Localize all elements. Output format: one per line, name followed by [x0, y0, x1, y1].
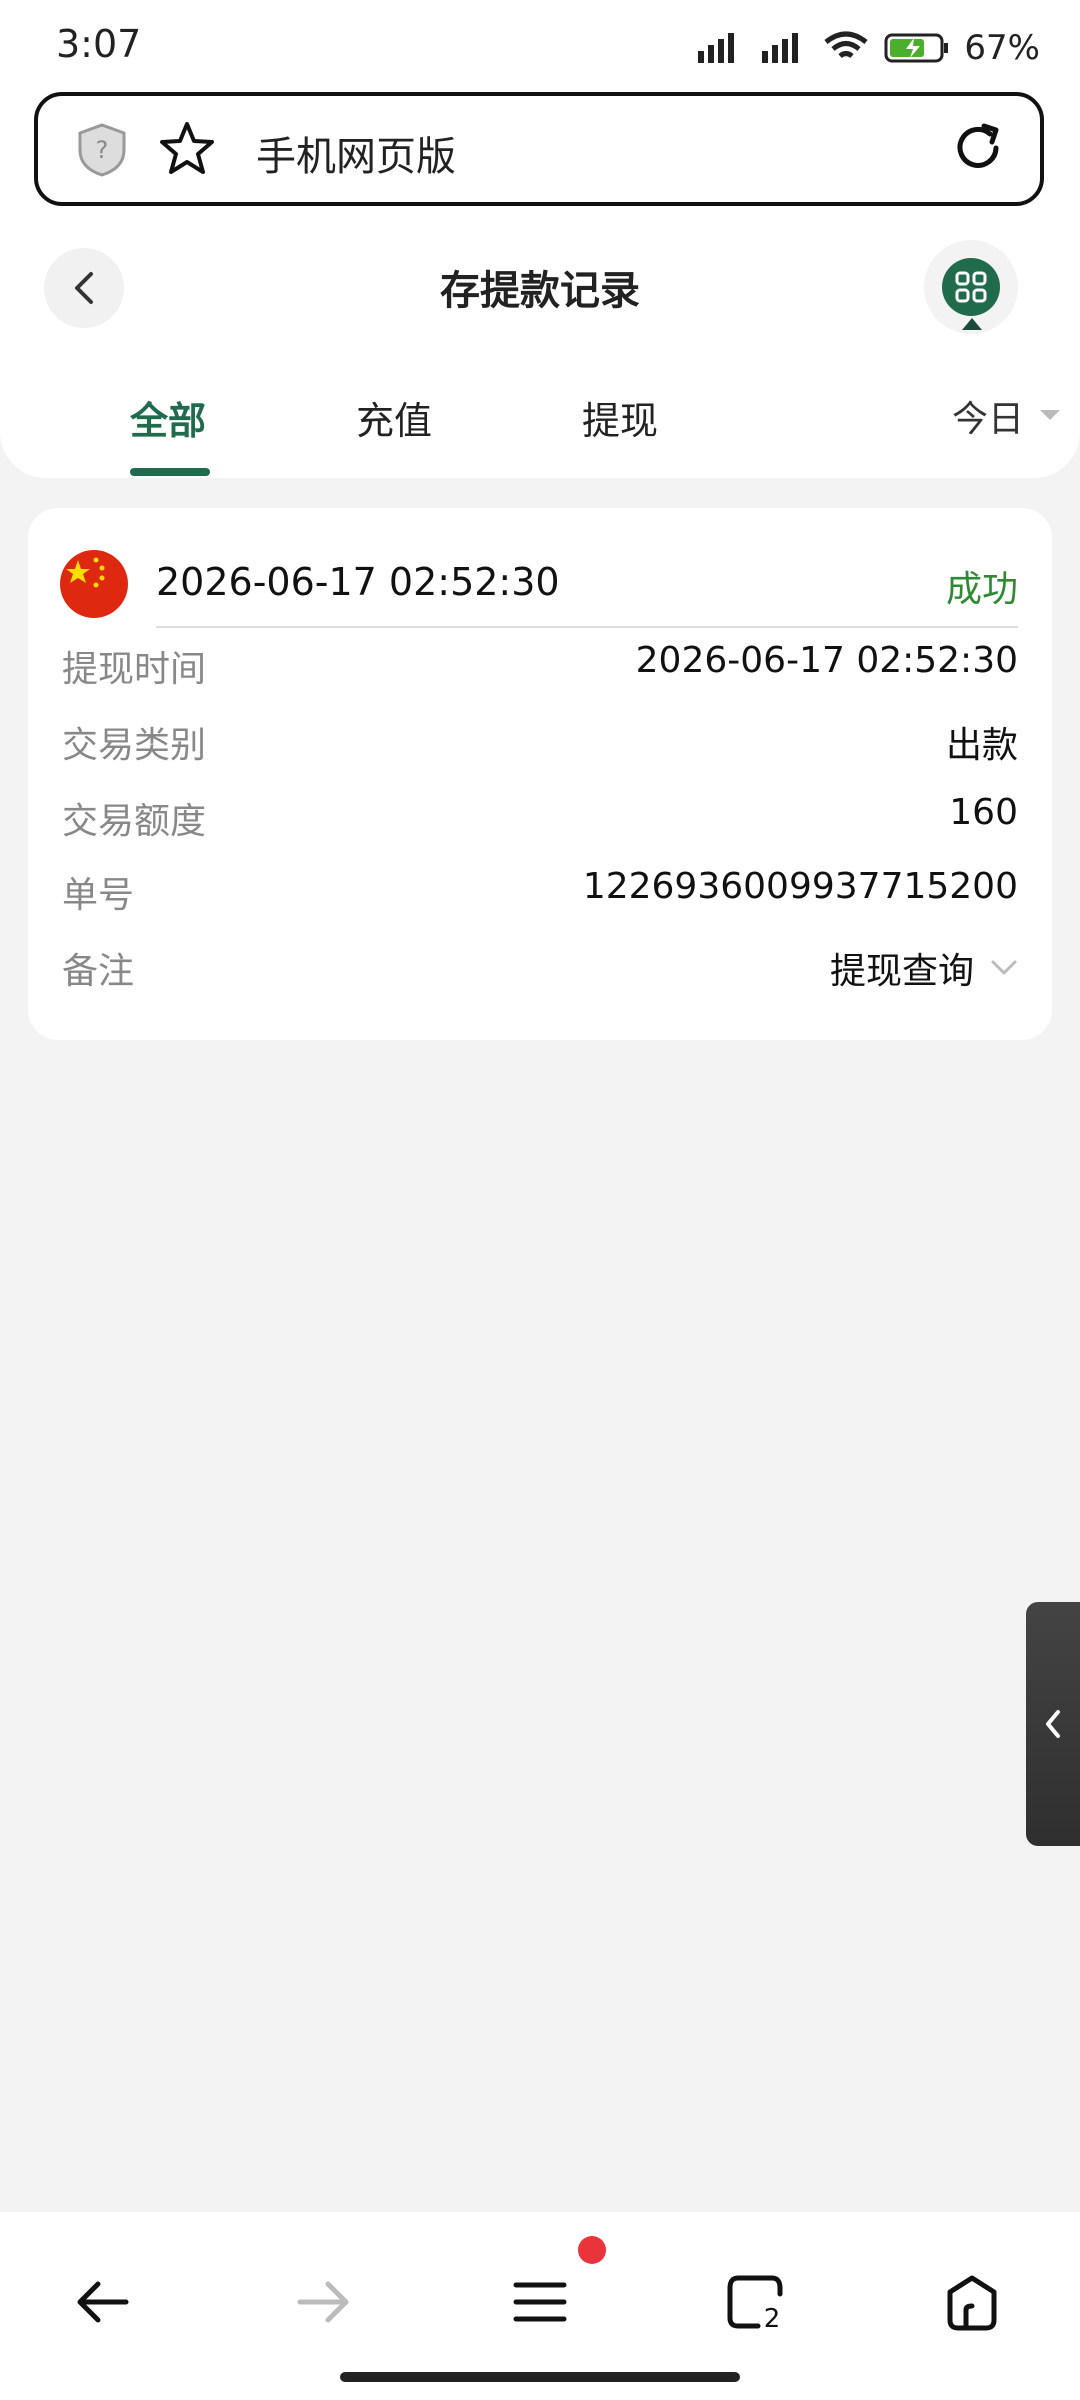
china-flag-icon [60, 550, 128, 618]
arrow-right-icon [297, 2281, 349, 2323]
battery-icon [884, 33, 949, 63]
wifi-icon [824, 31, 868, 59]
active-tab-indicator [130, 468, 210, 476]
status-time: 3:07 [56, 22, 142, 66]
record-datetime: 2026-06-17 02:52:30 [156, 560, 560, 604]
signal-icon [762, 33, 799, 63]
divider [156, 626, 1018, 628]
tab-recharge[interactable]: 充值 [356, 390, 432, 445]
arrow-left-icon [77, 2281, 129, 2323]
nav-forward-button[interactable] [274, 2252, 374, 2352]
nav-menu-button[interactable] [490, 2252, 590, 2352]
status-bar: 3:07 67% [0, 0, 1080, 92]
status-badge: 成功 [945, 569, 1018, 610]
notification-dot [578, 2236, 606, 2264]
transaction-type-label: 交易类别 [62, 725, 207, 766]
tab-withdraw[interactable]: 提现 [582, 390, 658, 445]
page-title: 存提款记录 [440, 268, 640, 314]
hamburger-menu-icon [513, 2282, 567, 2322]
order-number-label: 单号 [62, 875, 135, 916]
home-icon [947, 2275, 997, 2331]
chevron-left-icon [1046, 1710, 1060, 1738]
svg-text:2: 2 [764, 2304, 781, 2332]
menu-pointer-icon [962, 318, 982, 330]
bookmark-star-icon[interactable] [158, 120, 216, 178]
withdraw-time-label: 提现时间 [62, 649, 207, 690]
page-header: 存提款记录 全部 充值 提现 今日 [0, 222, 1080, 478]
dropdown-caret-icon[interactable] [1040, 410, 1060, 420]
date-filter-select[interactable]: 今日 [952, 390, 1024, 442]
url-text[interactable]: 手机网页版 [256, 124, 456, 182]
remark-expand[interactable]: 提现查询 [830, 942, 1018, 994]
withdraw-time-value: 2026-06-17 02:52:30 [635, 640, 1018, 681]
url-bar[interactable]: ? 手机网页版 [34, 92, 1044, 206]
security-shield-icon[interactable]: ? [76, 122, 128, 178]
amount-value: 160 [949, 792, 1018, 833]
nav-tabs-button[interactable]: 2 [706, 2252, 806, 2352]
signal-icon [698, 33, 735, 63]
svg-text:?: ? [96, 136, 109, 164]
grid-menu-icon [942, 258, 1000, 316]
nav-back-button[interactable] [52, 2252, 152, 2352]
order-number-value: 1226936009937715200 [582, 866, 1018, 907]
side-panel-handle[interactable] [1026, 1602, 1080, 1846]
reload-icon[interactable] [950, 120, 1006, 176]
transaction-type-value: 出款 [945, 725, 1018, 766]
transaction-card: 2026-06-17 02:52:30 成功 提现时间 2026-06-17 0… [28, 508, 1052, 1040]
battery-percent: 67% [964, 28, 1040, 68]
remark-label: 备注 [62, 951, 135, 992]
status-icons: 67% [694, 24, 1040, 72]
chevron-down-icon [991, 960, 1017, 975]
remark-value: 提现查询 [829, 951, 974, 992]
home-indicator[interactable] [340, 2372, 740, 2382]
amount-label: 交易额度 [62, 801, 207, 842]
tabs-icon: 2 [727, 2275, 783, 2332]
tab-all[interactable]: 全部 [130, 390, 206, 445]
nav-home-button[interactable] [922, 2252, 1022, 2352]
